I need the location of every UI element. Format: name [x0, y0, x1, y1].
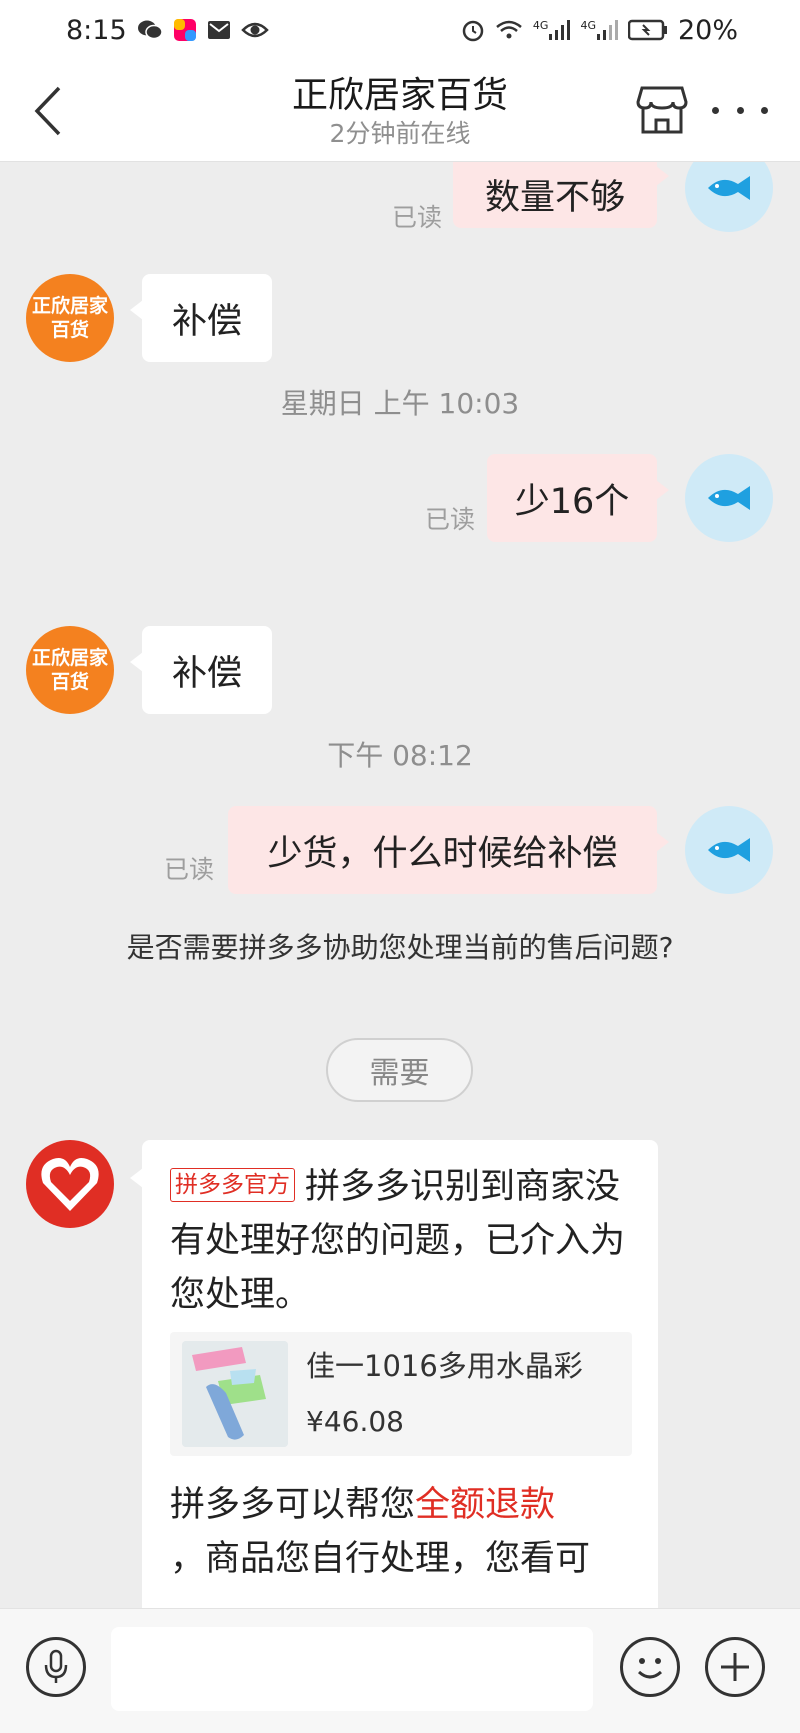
battery-percent: 20% [677, 14, 738, 46]
read-mark: 已读 [392, 203, 443, 232]
user-avatar[interactable] [685, 162, 773, 232]
net-label-2: 4G [580, 19, 596, 32]
product-info: 佳一1016多用水晶彩 ¥46.08 [306, 1346, 583, 1442]
chat-messages[interactable]: 已读 数量不够 正欣居家 百货 补偿 星期日 上午 10:03 已读 少16个 … [0, 162, 800, 1608]
status-left: 8:15 [66, 15, 269, 46]
fish-icon [708, 176, 750, 200]
alarm-icon [461, 18, 485, 42]
shop-avatar-line2: 百货 [50, 319, 89, 341]
shop-avatar[interactable]: 正欣居家 百货 [26, 626, 114, 714]
refund-highlight[interactable]: 全额退款 [415, 1485, 555, 1525]
app-icon [173, 18, 197, 42]
refund-suffix: ，商品您自行处理，您看可 [170, 1539, 591, 1579]
message-bubble-incoming[interactable]: 补偿 [130, 274, 272, 362]
fish-icon [708, 486, 750, 510]
message-bubble-outgoing[interactable]: 少16个 [487, 454, 669, 542]
need-button[interactable]: 需要 [326, 1038, 473, 1102]
fish-icon [708, 838, 750, 862]
more-dot [761, 106, 768, 114]
message-text: 少16个 [514, 481, 630, 522]
chat-header: 正欣居家百货 2分钟前在线 [0, 60, 800, 162]
product-name: 佳一1016多用水晶彩 [306, 1349, 583, 1383]
net-label-1: 4G [532, 19, 549, 32]
timestamp: 下午 08:12 [327, 739, 473, 772]
battery-icon [627, 19, 668, 41]
official-text-block: 拼多多官方 拼多多识别到商家没有处理好您的问题，已介入为您处理。 [170, 1160, 632, 1322]
wifi-icon [495, 19, 523, 41]
more-button[interactable] [712, 98, 768, 122]
wechat-icon [137, 19, 163, 41]
mail-icon [207, 19, 231, 41]
status-time: 8:15 [66, 14, 127, 46]
system-question: 是否需要拼多多协助您处理当前的售后问题? [126, 931, 674, 964]
user-avatar[interactable] [685, 454, 773, 542]
read-mark: 已读 [425, 505, 476, 534]
message-bubble-outgoing[interactable]: 数量不够 [453, 162, 669, 228]
pdd-logo-icon [41, 1158, 99, 1211]
voice-button[interactable] [26, 1637, 86, 1697]
signal-icon-2: 4G [580, 19, 618, 41]
message-text: 少货，什么时候给补偿 [267, 833, 618, 874]
product-card[interactable]: 佳一1016多用水晶彩 ¥46.08 [170, 1332, 632, 1456]
more-dot [736, 106, 744, 114]
message-bubble-outgoing[interactable]: 少货，什么时候给补偿 [228, 806, 669, 894]
shop-avatar-line1: 正欣居家 [31, 295, 108, 317]
product-image [182, 1341, 288, 1447]
shop-avatar-line2: 百货 [50, 671, 89, 693]
official-message-card[interactable]: 拼多多官方 拼多多识别到商家没有处理好您的问题，已介入为您处理。 佳一1016多用… [130, 1140, 658, 1608]
input-bar [0, 1608, 800, 1733]
product-price: ¥46.08 [306, 1405, 404, 1438]
refund-text: 拼多多可以帮您全额退款 ，商品您自行处理，您看可 [170, 1478, 632, 1586]
official-tag: 拼多多官方 [170, 1168, 295, 1202]
more-icon [712, 106, 719, 114]
refund-prefix: 拼多多可以帮您 [170, 1485, 416, 1525]
smile-icon [637, 1658, 663, 1679]
status-right: 4G 4G 20% [461, 15, 738, 46]
emoji-button[interactable] [620, 1637, 680, 1697]
shop-avatar[interactable]: 正欣居家 百货 [26, 274, 114, 362]
shop-avatar-line1: 正欣居家 [31, 647, 108, 669]
store-icon [636, 86, 688, 134]
eye-icon [240, 20, 269, 40]
message-text: 补偿 [171, 301, 242, 342]
microphone-icon [44, 1649, 68, 1683]
store-button[interactable] [636, 84, 688, 136]
message-text: 数量不够 [484, 177, 625, 218]
plus-button[interactable] [705, 1637, 765, 1697]
message-text: 补偿 [171, 653, 242, 694]
timestamp: 星期日 上午 10:03 [280, 387, 520, 420]
message-bubble-incoming[interactable]: 补偿 [130, 626, 272, 714]
message-input[interactable] [111, 1627, 593, 1711]
status-bar: 8:15 4G 4G 20% [0, 0, 800, 60]
read-mark: 已读 [164, 855, 215, 884]
plus-icon [721, 1653, 749, 1681]
signal-icon-1: 4G [533, 19, 571, 41]
pdd-avatar[interactable] [26, 1140, 114, 1228]
user-avatar[interactable] [685, 806, 773, 894]
